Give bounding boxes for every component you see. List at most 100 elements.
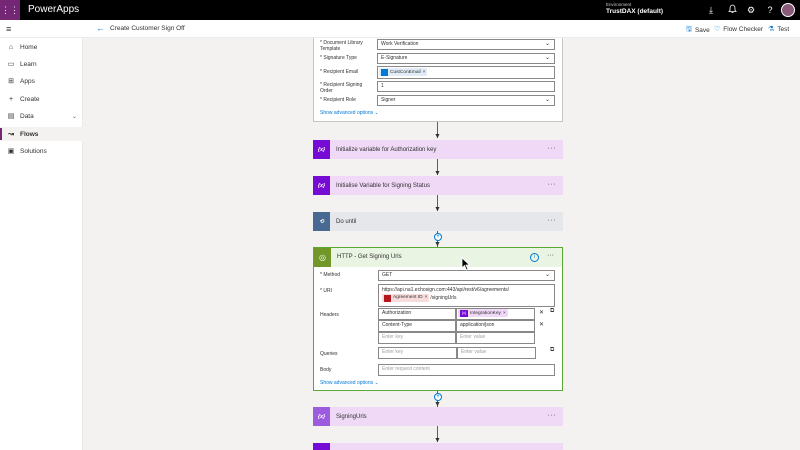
field-label: * Recipient Role (320, 97, 356, 103)
method-select[interactable]: GET ⌄ (378, 270, 555, 281)
link-label: Show advanced options (320, 380, 374, 386)
document-template-select[interactable]: Work Verification ⌄ (377, 39, 555, 50)
back-arrow-icon[interactable]: ← (96, 23, 105, 33)
header-key-input[interactable]: Content-Type (378, 320, 456, 332)
field-label: * Recipient Signing Order (320, 82, 363, 94)
add-step-icon[interactable]: + (434, 233, 442, 241)
signing-order-input[interactable]: 1 (377, 81, 555, 92)
nav-item-label: Learn (20, 60, 37, 68)
close-icon[interactable]: × (503, 309, 506, 318)
flow-title: Create Customer Sign Off (110, 25, 185, 32)
loop-icon: ⟲ (313, 212, 330, 231)
app-launcher-icon[interactable]: ⋮⋮ (0, 0, 20, 20)
query-key-input[interactable]: Enter key (378, 347, 457, 359)
action-title: Initialise Variable for Signing Status (336, 182, 430, 189)
database-icon: ▤ (7, 113, 15, 120)
field-value: Signer (381, 97, 396, 103)
save-icon: 🖫 (686, 26, 692, 33)
variable-icon: {x} (460, 309, 468, 317)
placeholder-text: Enter request content (382, 366, 430, 372)
field-label: * Recipient Email (320, 69, 359, 75)
body-input[interactable]: Enter request content (378, 364, 555, 376)
chevron-down-icon: ⌄ (544, 272, 550, 278)
more-options-icon[interactable]: ··· (548, 145, 557, 152)
next-variable-action[interactable] (313, 443, 563, 450)
dynamic-content-token[interactable]: CustConEmail × (379, 68, 428, 77)
placeholder-text: Enter value (461, 349, 487, 355)
placeholder-text: Enter value (460, 334, 486, 340)
environment-label: Environment (606, 2, 632, 7)
flow-canvas: * Document Library Template Work Verific… (84, 38, 800, 450)
flow-checker-label: Flow Checker (723, 25, 764, 33)
mouse-cursor-icon (461, 257, 471, 271)
header-value-input[interactable]: {x} IntegrationKey × (456, 308, 535, 320)
variable-icon: {x} (313, 407, 330, 426)
init-signing-status-action[interactable]: {x} Initialise Variable for Signing Stat… (313, 176, 563, 195)
header-key-input[interactable]: Authorization (378, 308, 456, 320)
command-bar: ≡ ← Create Customer Sign Off 🖫 Save ♡ Fl… (0, 20, 800, 38)
save-button[interactable]: 🖫 Save (686, 25, 710, 36)
nav-item-label: Create (20, 95, 40, 103)
nav-item-learn[interactable]: ▭ Learn (0, 57, 83, 71)
header-key-input[interactable]: Enter key (378, 332, 456, 344)
nav-item-solutions[interactable]: ▣ Solutions (0, 144, 83, 158)
show-advanced-options-link[interactable]: Show advanced options ⌄ (320, 380, 379, 386)
home-icon: ⌂ (8, 43, 14, 51)
dynamic-content-token[interactable]: Agreement ID × (382, 294, 430, 302)
apps-icon: ⊞ (8, 78, 14, 85)
test-label: Test (777, 25, 790, 33)
nav-item-data[interactable]: ▤ Data ⌄ (0, 109, 83, 123)
init-authorization-variable-action[interactable]: {x} Initialize variable for Authorizatio… (313, 140, 563, 159)
signature-type-select[interactable]: E-Signature ⌄ (377, 53, 555, 64)
recipient-email-field[interactable]: CustConEmail × (377, 66, 555, 79)
method-value: GET (382, 272, 393, 278)
add-step-icon[interactable]: + (434, 393, 442, 401)
gear-icon[interactable]: ⚙ (745, 4, 757, 16)
top-bar: ⋮⋮ PowerApps Environment TrustDAX (defau… (0, 0, 800, 20)
more-options-icon[interactable]: ··· (548, 181, 557, 188)
close-icon[interactable]: × (423, 68, 426, 77)
more-options-icon[interactable]: ··· (548, 217, 557, 224)
nav-item-flows[interactable]: ↝ Flows (0, 127, 83, 141)
token-label: IntegrationKey (470, 310, 501, 316)
http-get-signing-urls-card: ◎ HTTP - Get Signing Urls i ··· * Method… (313, 247, 563, 391)
do-until-action[interactable]: ⟲ Do until ··· (313, 212, 563, 231)
more-options-icon[interactable]: ··· (548, 412, 557, 419)
hamburger-icon[interactable]: ≡ (6, 24, 11, 34)
uri-label: * URI (320, 288, 332, 294)
more-options-icon[interactable]: ··· (547, 252, 554, 259)
nav-item-create[interactable]: + Create (0, 92, 83, 106)
download-icon[interactable]: ⤓ (705, 4, 717, 16)
queries-label: Queries (320, 351, 338, 357)
signing-urls-action[interactable]: {x} SigningUrls ··· (313, 407, 563, 426)
header-value-input[interactable]: application/json (456, 320, 535, 332)
recipient-role-select[interactable]: Signer ⌄ (377, 95, 555, 106)
http-card-header[interactable]: ◎ HTTP - Get Signing Urls i ··· (314, 248, 562, 267)
flow-checker-button[interactable]: ♡ Flow Checker (714, 25, 764, 34)
dynamic-content-token[interactable]: {x} IntegrationKey × (458, 309, 508, 317)
info-icon[interactable]: i (530, 253, 539, 262)
uri-field[interactable]: https://api.na1.echosign.com:443/api/res… (378, 284, 555, 307)
delete-row-icon[interactable]: ✕ (539, 309, 544, 316)
close-icon[interactable]: × (425, 294, 428, 302)
show-advanced-options-link[interactable]: Show advanced options ⌄ (320, 110, 379, 116)
avatar[interactable] (781, 3, 795, 17)
delete-row-icon[interactable]: ✕ (539, 321, 544, 328)
nav-item-label: Home (20, 43, 38, 51)
nav-item-apps[interactable]: ⊞ Apps (0, 74, 83, 88)
nav-item-label: Apps (20, 77, 35, 85)
uri-suffix: /signingUrls (430, 295, 457, 301)
chevron-down-icon[interactable]: ⌄ (72, 113, 77, 120)
header-key-value: Content-Type (382, 322, 413, 328)
query-value-input[interactable]: Enter value (457, 347, 536, 359)
bell-icon[interactable] (726, 4, 738, 16)
switch-to-text-mode-icon[interactable]: ⧉ (550, 308, 554, 315)
environment-picker[interactable]: Environment TrustDAX (default) (606, 2, 663, 15)
nav-item-home[interactable]: ⌂ Home (0, 40, 83, 54)
header-value-input[interactable]: Enter value (456, 332, 535, 344)
switch-to-text-mode-icon[interactable]: ⧉ (550, 347, 554, 354)
header-key-value: Authorization (382, 310, 412, 316)
help-icon[interactable]: ? (764, 4, 776, 16)
action-title: SigningUrls (336, 413, 367, 420)
test-button[interactable]: ⚗ Test (768, 25, 790, 34)
